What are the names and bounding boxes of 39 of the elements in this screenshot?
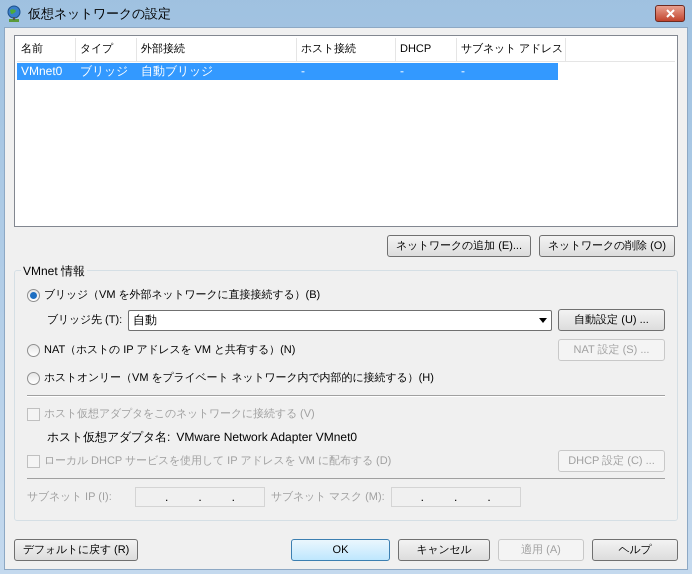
adapter-name-label: ホスト仮想アダプタ名: xyxy=(47,429,170,446)
field-label: サブネット IP (I): xyxy=(27,490,113,505)
checkbox-label: ローカル DHCP サービスを使用して IP アドレスを VM に配布する (D) xyxy=(44,454,392,469)
table-cell-text: - xyxy=(460,63,466,80)
checkbox-label: ホスト仮想アダプタをこのネットワークに接続する (V) xyxy=(44,406,315,422)
column-header[interactable]: タイプ xyxy=(76,38,137,61)
column-header[interactable]: ホスト接続 xyxy=(297,38,396,61)
group-title: VMnet 情報 xyxy=(21,262,88,280)
dialog-button[interactable]: OK xyxy=(291,539,390,561)
dialog-button[interactable]: 自動設定 (U) ... xyxy=(558,309,665,331)
dialog-button[interactable]: ネットワークの追加 (E)... xyxy=(387,235,532,257)
close-button[interactable] xyxy=(655,5,685,22)
column-header[interactable]: DHCP xyxy=(396,38,457,61)
network-globe-icon xyxy=(6,4,22,22)
dialog-button[interactable]: ヘルプ xyxy=(592,539,678,561)
field-label: サブネット マスク (M): xyxy=(271,490,385,505)
table-cell-text: - xyxy=(399,63,405,80)
adapter-name-value: VMware Network Adapter VMnet0 xyxy=(176,429,358,446)
dialog-button[interactable]: キャンセル xyxy=(398,539,490,561)
table-cell-text: ブリッジ xyxy=(79,63,129,80)
dialog-button[interactable]: デフォルトに戻す (R) xyxy=(14,539,138,561)
radio-label: NAT（ホストの IP アドレスを VM と共有する）(N) xyxy=(44,342,296,358)
dialog-button[interactable]: ネットワークの削除 (O) xyxy=(539,235,675,257)
field-label: ブリッジ先 (T): xyxy=(47,312,122,328)
radio-label: ブリッジ（VM を外部ネットワークに直接接続する）(B) xyxy=(44,288,320,303)
window-title: 仮想ネットワークの設定 xyxy=(28,4,172,23)
radio-label: ホストオンリー（VM をプライベート ネットワーク内で内部的に接続する）(H) xyxy=(44,370,434,386)
column-header[interactable]: サブネット アドレス xyxy=(457,38,566,61)
radio-button[interactable] xyxy=(27,372,40,384)
table-cell-text: 自動ブリッジ xyxy=(140,63,214,80)
column-header[interactable]: 外部接続 xyxy=(137,38,297,61)
close-icon xyxy=(666,9,674,18)
dropdown-select[interactable]: 自動 xyxy=(128,310,552,330)
radio-button[interactable] xyxy=(27,344,40,356)
dropdown-arrow-icon xyxy=(539,318,547,322)
radio-button[interactable] xyxy=(27,288,40,302)
table-cell-text: VMnet0 xyxy=(20,63,64,80)
table-cell-text: - xyxy=(300,63,306,80)
column-header[interactable]: 名前 xyxy=(17,38,76,61)
